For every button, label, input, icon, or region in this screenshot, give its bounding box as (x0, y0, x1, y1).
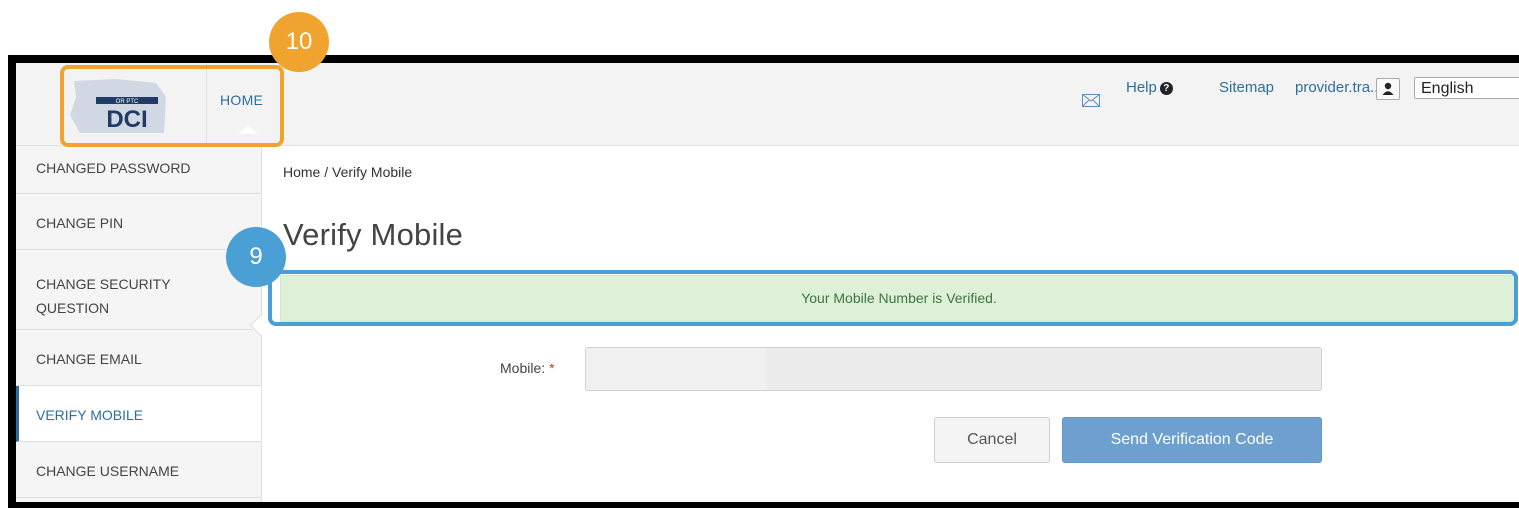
callout-highlight-success (268, 270, 1518, 326)
sidebar-item-label: CHANGED PASSWORD (36, 160, 191, 176)
sidebar: CHANGED PASSWORD CHANGE PIN CHANGE SECUR… (16, 146, 262, 502)
help-label: Help (1126, 79, 1157, 96)
language-select[interactable]: English (1414, 77, 1519, 99)
sidebar-item-change-security-question[interactable]: CHANGE SECURITY QUESTION (16, 250, 261, 330)
sidebar-item-change-email[interactable]: CHANGE EMAIL (16, 330, 261, 386)
mobile-field-label: Mobile: * (500, 360, 555, 376)
sidebar-item-change-pin[interactable]: CHANGE PIN (16, 194, 261, 250)
cancel-button[interactable]: Cancel (934, 417, 1050, 463)
mobile-label-text: Mobile: (500, 360, 546, 376)
sidebar-item-label: CHANGE EMAIL (36, 351, 142, 367)
help-link[interactable]: Help? (1126, 79, 1173, 96)
sidebar-item-changed-password[interactable]: CHANGED PASSWORD (16, 146, 261, 194)
required-marker: * (549, 360, 555, 376)
callout-badge-10: 10 (269, 12, 329, 72)
sidebar-item-change-username[interactable]: CHANGE USERNAME (16, 442, 261, 498)
send-verification-code-button[interactable]: Send Verification Code (1062, 417, 1322, 463)
mobile-input[interactable] (585, 347, 1322, 391)
sitemap-link[interactable]: Sitemap (1219, 79, 1274, 96)
callout-highlight-home (60, 65, 284, 147)
page-title: Verify Mobile (283, 217, 464, 252)
mail-icon[interactable] (1082, 94, 1100, 107)
sidebar-item-verify-mobile[interactable]: VERIFY MOBILE (16, 386, 261, 442)
sidebar-item-label: CHANGE PIN (36, 215, 124, 231)
user-icon (1382, 82, 1394, 95)
breadcrumb: Home / Verify Mobile (283, 164, 413, 180)
user-profile-button[interactable] (1376, 78, 1400, 100)
user-menu-link[interactable]: provider.tra... (1295, 79, 1383, 96)
callout-badge-9: 9 (226, 227, 286, 287)
help-circle-icon: ? (1159, 82, 1173, 95)
sidebar-item-label: VERIFY MOBILE (36, 407, 144, 423)
sidebar-item-label: CHANGE USERNAME (36, 463, 180, 479)
sidebar-item-label: CHANGE SECURITY QUESTION (36, 276, 171, 316)
mobile-input-prefix (586, 348, 766, 390)
